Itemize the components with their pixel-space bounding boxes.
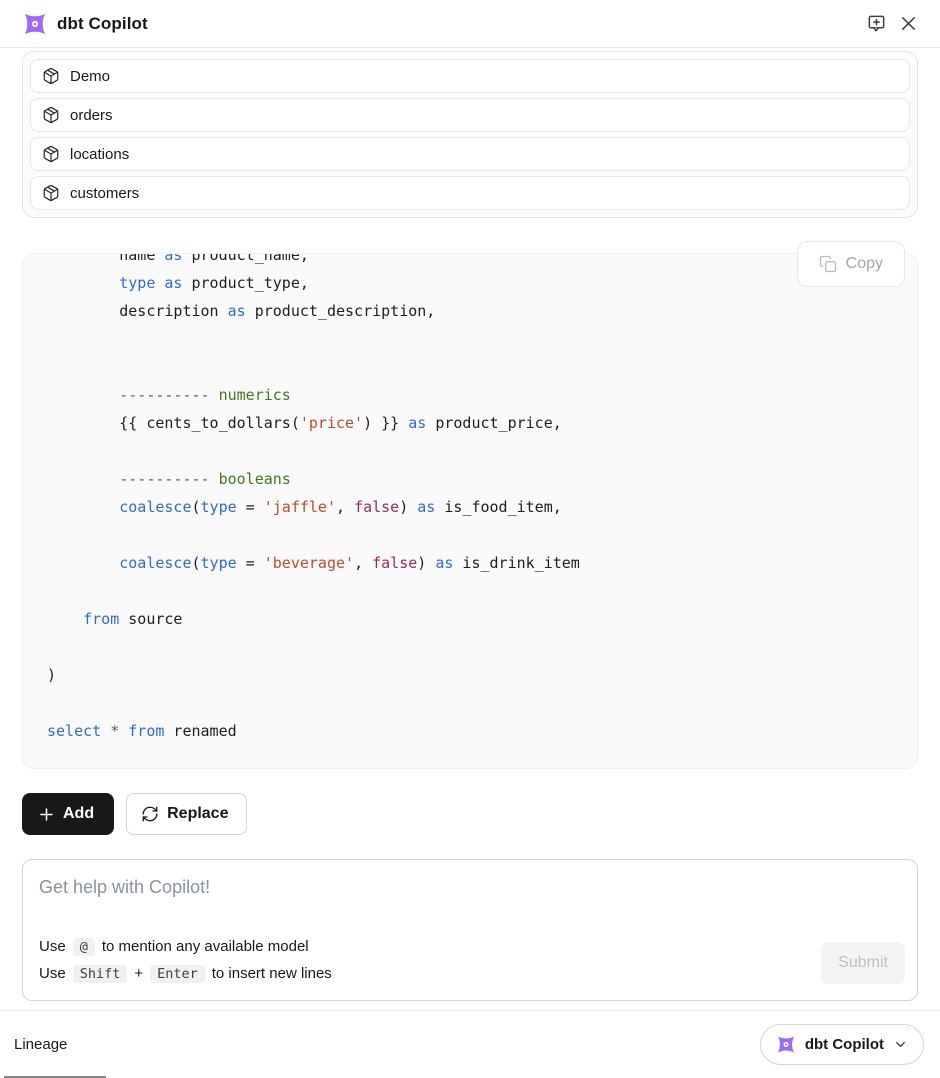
code-line: {{ cents_to_dollars('price') }} as produ… [47, 409, 905, 437]
code-line [47, 325, 905, 353]
code-line [47, 353, 905, 381]
model-chip-orders[interactable]: orders [30, 98, 910, 132]
code-line: ---------- booleans [47, 465, 905, 493]
chevron-down-icon [893, 1037, 908, 1052]
hint-text: to insert new lines [212, 965, 332, 982]
code-line: coalesce(type = 'beverage', false) as is… [47, 549, 905, 577]
copilot-selector-button[interactable]: dbt Copilot [760, 1024, 924, 1065]
tab-lineage[interactable]: Lineage [14, 1011, 87, 1078]
replace-button-label: Replace [167, 805, 228, 823]
code-line [47, 577, 905, 605]
model-chip-label: locations [70, 146, 129, 163]
copy-icon [819, 255, 837, 273]
dbt-logo-icon [22, 12, 48, 36]
package-icon [42, 145, 60, 163]
model-chip-label: Demo [70, 68, 110, 85]
hint-text: Use [39, 938, 66, 955]
prompt-hints: Use @ to mention any available model Use… [39, 933, 332, 987]
copy-button-label: Copy [846, 255, 883, 273]
package-icon [42, 106, 60, 124]
package-icon [42, 67, 60, 85]
model-chip-label: orders [70, 107, 113, 124]
tab-lineage-label: Lineage [14, 1036, 67, 1053]
refresh-icon [141, 805, 159, 823]
replace-button[interactable]: Replace [126, 793, 247, 835]
model-chip-label: customers [70, 185, 139, 202]
code-line: description as product_description, [47, 297, 905, 325]
model-list: Demo orders locations customers [22, 51, 918, 218]
code-line: name as product_name, [47, 254, 905, 269]
dbt-copilot-panel: dbt Copilot Demo orders [0, 0, 940, 1078]
hint-text: to mention any available model [102, 938, 309, 955]
add-button-label: Add [63, 805, 94, 823]
code-scroll-area[interactable]: name as product_name, type as product_ty… [23, 254, 917, 768]
code-line [47, 689, 905, 717]
plus-icon [38, 806, 55, 823]
prompt-box: Get help with Copilot! Use @ to mention … [22, 859, 918, 1001]
code-block: Copy name as product_name, type as produ… [22, 253, 918, 769]
prompt-input[interactable]: Get help with Copilot! [39, 877, 901, 898]
copilot-selector-label: dbt Copilot [805, 1036, 884, 1053]
code-line: from source [47, 605, 905, 633]
kbd-shift: Shift [73, 965, 128, 983]
hint-text: + [134, 965, 143, 982]
code-line: type as product_type, [47, 269, 905, 297]
add-button[interactable]: Add [22, 793, 114, 835]
code-line: ---------- numerics [47, 381, 905, 409]
dbt-logo-icon [776, 1035, 796, 1054]
code-line: select * from renamed [47, 717, 905, 745]
code-line [47, 521, 905, 549]
kbd-enter: Enter [150, 965, 205, 983]
add-to-editor-button[interactable] [864, 11, 889, 36]
model-chip-locations[interactable]: locations [30, 137, 910, 171]
header-actions [864, 11, 920, 36]
code-line [47, 437, 905, 465]
model-chip-customers[interactable]: customers [30, 176, 910, 210]
hint-text: Use [39, 965, 66, 982]
panel-title: dbt Copilot [57, 14, 148, 34]
submit-button[interactable]: Submit [821, 942, 905, 984]
model-chip-demo[interactable]: Demo [30, 59, 910, 93]
add-to-editor-icon [866, 13, 887, 34]
code-line [47, 633, 905, 661]
panel-header: dbt Copilot [0, 0, 940, 48]
footer-bar: Lineage dbt Copilot [0, 1010, 940, 1078]
code-line: coalesce(type = 'jaffle', false) as is_f… [47, 493, 905, 521]
close-icon [899, 14, 918, 33]
close-button[interactable] [897, 12, 920, 35]
hint-mention: Use @ to mention any available model [39, 933, 332, 960]
code-actions: Add Replace [22, 793, 918, 835]
code-content: name as product_name, type as product_ty… [23, 254, 917, 745]
kbd-at: @ [73, 938, 95, 956]
copy-button[interactable]: Copy [797, 241, 905, 287]
code-line: ) [47, 661, 905, 689]
package-icon [42, 184, 60, 202]
hint-newline: Use Shift + Enter to insert new lines [39, 960, 332, 987]
